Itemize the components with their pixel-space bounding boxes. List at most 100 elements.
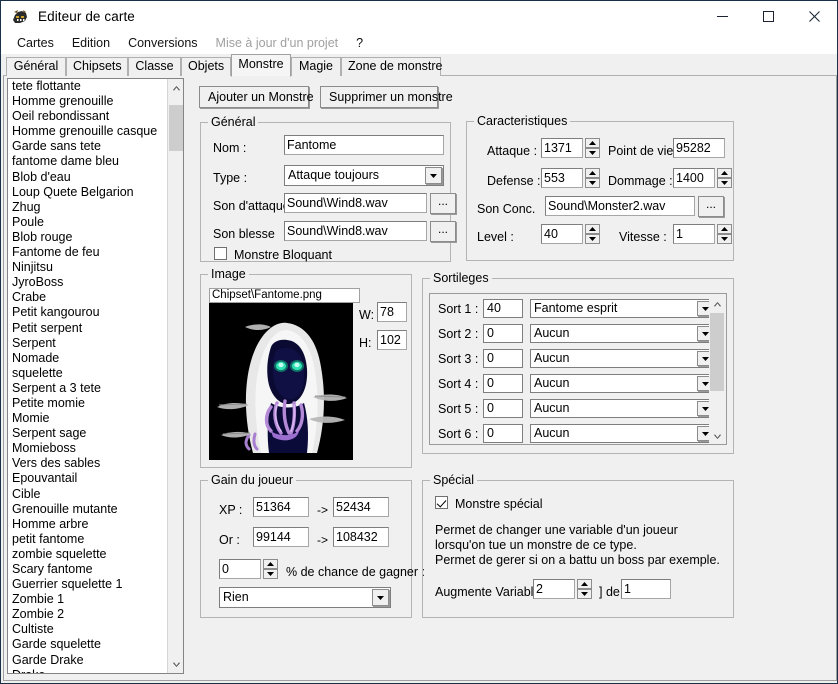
list-item[interactable]: Poule (10, 215, 167, 230)
list-item[interactable]: Loup Quete Belgarion (10, 185, 167, 200)
list-item[interactable]: Petit serpent (10, 321, 167, 336)
chevron-down-icon[interactable] (372, 589, 389, 606)
type-select[interactable]: Attaque toujours (284, 165, 444, 186)
chance-stepper[interactable] (263, 559, 278, 579)
image-path-input[interactable]: Chipset\Fantome.png (209, 288, 360, 303)
list-item[interactable]: JyroBoss (10, 275, 167, 290)
monster-list[interactable]: tete flottanteHomme grenouilleOeil rebon… (7, 78, 184, 674)
son-attaque-input[interactable]: Sound\Wind8.wav (284, 193, 427, 213)
dommage-stepper[interactable] (717, 168, 732, 188)
sortilege-chance-input[interactable]: 0 (483, 399, 523, 418)
defense-stepper[interactable] (585, 168, 600, 188)
sortilege-spell-select[interactable]: Aucun (530, 324, 715, 343)
vitesse-stepper[interactable] (717, 224, 732, 244)
son-attaque-browse-button[interactable]: ... (430, 193, 456, 214)
stepper-up-icon[interactable] (717, 168, 732, 178)
stepper-down-icon[interactable] (717, 234, 732, 244)
attaque-stepper[interactable] (585, 138, 600, 158)
sortilege-chance-input[interactable]: 0 (483, 374, 523, 393)
list-item[interactable]: Serpent sage (10, 426, 167, 441)
scroll-thumb[interactable] (710, 313, 724, 391)
list-item[interactable]: Momie (10, 411, 167, 426)
list-item[interactable]: Serpent (10, 336, 167, 351)
list-item[interactable]: squelette (10, 366, 167, 381)
list-item[interactable]: Garde sans tete (10, 139, 167, 154)
tab-magie[interactable]: Magie (291, 57, 341, 76)
list-item[interactable]: Grenouille mutante (10, 502, 167, 517)
stepper-up-icon[interactable] (585, 168, 600, 178)
tab-chipsets[interactable]: Chipsets (66, 57, 128, 76)
list-item[interactable]: fantome dame bleu (10, 154, 167, 169)
close-button[interactable] (791, 1, 837, 32)
son-conc-input[interactable]: Sound\Monster2.wav (545, 196, 695, 216)
son-conc-browse-button[interactable]: ... (698, 196, 724, 217)
stepper-up-icon[interactable] (585, 224, 600, 234)
maximize-button[interactable] (745, 1, 791, 32)
list-item[interactable]: Blob rouge (10, 230, 167, 245)
tab-monstre[interactable]: Monstre (231, 54, 291, 77)
vitesse-input[interactable]: 1 (673, 224, 715, 244)
sortilege-chance-input[interactable]: 0 (483, 349, 523, 368)
nom-input[interactable]: Fantome (284, 135, 444, 155)
sortilege-chance-input[interactable]: 0 (483, 324, 523, 343)
scroll-up-icon[interactable] (168, 79, 184, 96)
list-item[interactable]: Crabe (10, 290, 167, 305)
chance-input[interactable]: 0 (219, 559, 261, 579)
width-input[interactable]: 78 (377, 302, 407, 322)
monstre-bloquant-checkbox[interactable] (214, 247, 227, 260)
stepper-down-icon[interactable] (717, 178, 732, 188)
attaque-input[interactable]: 1371 (541, 138, 583, 158)
list-item[interactable]: Ninjitsu (10, 260, 167, 275)
augmente-variable-amount-input[interactable]: 1 (621, 579, 671, 599)
scroll-down-icon[interactable] (168, 656, 184, 673)
augmente-variable-input[interactable]: 2 (533, 579, 575, 599)
menu-item-conversions[interactable]: Conversions (119, 35, 206, 52)
list-item[interactable]: Nomade (10, 351, 167, 366)
list-item[interactable]: zombie squelette (10, 547, 167, 562)
list-item[interactable]: Scary fantome (10, 562, 167, 577)
sortilege-chance-input[interactable]: 40 (483, 299, 523, 318)
height-input[interactable]: 102 (377, 330, 407, 350)
list-item[interactable]: tete flottante (10, 79, 167, 94)
list-item[interactable]: Oeil rebondissant (10, 109, 167, 124)
sortilege-spell-select[interactable]: Fantome esprit (530, 299, 715, 318)
stepper-up-icon[interactable] (585, 138, 600, 148)
list-item[interactable]: Momieboss (10, 441, 167, 456)
tab-zone-de-monstre[interactable]: Zone de monstre (341, 57, 441, 76)
scroll-thumb[interactable] (169, 105, 183, 151)
point-de-vie-input[interactable]: 95282 (673, 138, 725, 158)
level-input[interactable]: 40 (541, 224, 583, 244)
list-item[interactable]: Homme arbre (10, 517, 167, 532)
list-item[interactable]: Zombie 1 (10, 592, 167, 607)
or-from-input[interactable]: 99144 (253, 527, 309, 547)
stepper-down-icon[interactable] (585, 234, 600, 244)
stepper-down-icon[interactable] (577, 589, 592, 599)
list-item[interactable]: Garde Drake (10, 653, 167, 668)
list-item[interactable]: Zhug (10, 200, 167, 215)
list-item[interactable]: Homme grenouille casque (10, 124, 167, 139)
sortilege-spell-select[interactable]: Aucun (530, 374, 715, 393)
stepper-down-icon[interactable] (585, 148, 600, 158)
dommage-input[interactable]: 1400 (673, 168, 715, 188)
sortilege-spell-select[interactable]: Aucun (530, 424, 715, 443)
sortilege-chance-input[interactable]: 0 (483, 424, 523, 443)
list-item[interactable]: Cible (10, 487, 167, 502)
minimize-button[interactable] (699, 1, 745, 32)
level-stepper[interactable] (585, 224, 600, 244)
augmente-variable-stepper[interactable] (577, 579, 592, 599)
list-item[interactable]: petit fantome (10, 532, 167, 547)
defense-input[interactable]: 553 (541, 168, 583, 188)
menu-item-help[interactable]: ? (347, 35, 372, 52)
list-item[interactable]: Homme grenouille (10, 94, 167, 109)
list-item[interactable]: Cultiste (10, 622, 167, 637)
tab-classe[interactable]: Classe (128, 57, 181, 76)
list-item[interactable]: Epouvantail (10, 471, 167, 486)
tab-general[interactable]: Général (6, 57, 66, 76)
list-item[interactable]: Vers des sables (10, 456, 167, 471)
list-item[interactable]: Fantome de feu (10, 245, 167, 260)
stepper-up-icon[interactable] (577, 579, 592, 589)
monstre-special-checkbox[interactable] (435, 496, 448, 509)
list-item[interactable]: Guerrier squelette 1 (10, 577, 167, 592)
son-blesse-input[interactable]: Sound\Wind8.wav (284, 221, 427, 241)
list-item[interactable]: Garde squelette (10, 637, 167, 652)
